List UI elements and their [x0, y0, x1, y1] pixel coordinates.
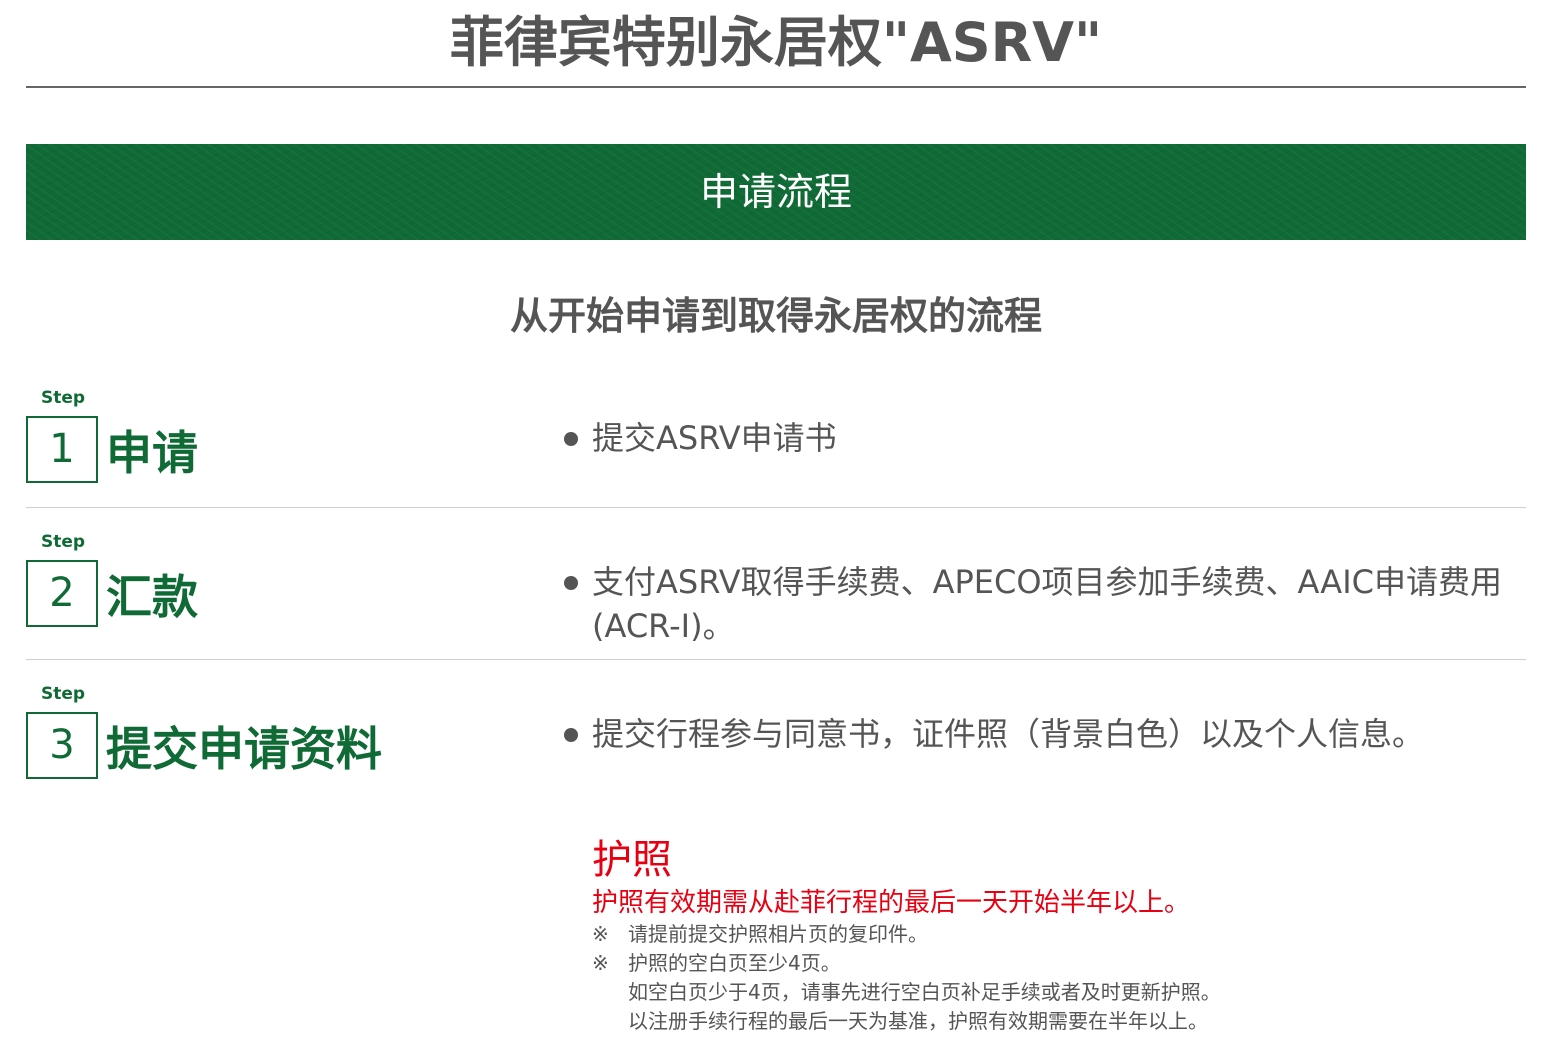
- step-number-badge: 2: [26, 560, 98, 627]
- step-number-badge: 3: [26, 712, 98, 779]
- bullet-text: 提交行程参与同意书，证件照（背景白色）以及个人信息。: [592, 715, 1425, 753]
- title-divider: [26, 86, 1526, 88]
- step-body: 提交ASRV申请书: [564, 416, 1509, 460]
- section-subtitle: 从开始申请到取得永居权的流程: [509, 294, 1042, 338]
- passport-heading: 护照: [592, 837, 672, 883]
- step-heading: 申请: [106, 426, 198, 480]
- note-mark: ※: [592, 951, 609, 975]
- bullet-item: 提交ASRV申请书: [564, 416, 1509, 460]
- step-label: Step: [41, 388, 86, 408]
- banner-title: 申请流程: [699, 170, 852, 214]
- passport-note: ※ 护照的空白页至少4页。: [592, 949, 1522, 978]
- step-label: Step: [41, 684, 86, 704]
- note-text: 请提前提交护照相片页的复印件。: [628, 922, 928, 946]
- step-2: Step 2 汇款 支付ASRV取得手续费、APECO项目参加手续费、AAIC申…: [26, 532, 1526, 660]
- step-body: 提交行程参与同意书，证件照（背景白色）以及个人信息。: [564, 712, 1509, 756]
- step-number-badge: 1: [26, 416, 98, 483]
- bullet-dot-icon: [564, 576, 578, 590]
- process-banner: 申请流程: [26, 144, 1526, 240]
- passport-note-continuation: 如空白页少于4页，请事先进行空白页补足手续或者及时更新护照。: [628, 980, 1221, 1004]
- step-heading: 提交申请资料: [106, 722, 382, 776]
- passport-note-continuation: 以注册手续行程的最后一天为基准，护照有效期需要在半年以上。: [628, 1009, 1208, 1033]
- step-divider: [26, 507, 1526, 508]
- step-heading: 汇款: [106, 570, 198, 624]
- passport-section: 护照 护照有效期需从赴菲行程的最后一天开始半年以上。 ※ 请提前提交护照相片页的…: [592, 834, 1522, 1036]
- bullet-dot-icon: [564, 728, 578, 742]
- step-1: Step 1 申请 提交ASRV申请书: [26, 388, 1526, 508]
- page-title: 菲律宾特别永居权"ASRV": [449, 11, 1103, 74]
- step-divider: [26, 659, 1526, 660]
- passport-requirement: 护照有效期需从赴菲行程的最后一天开始半年以上。: [592, 888, 1191, 918]
- step-body: 支付ASRV取得手续费、APECO项目参加手续费、AAIC申请费用(ACR-I)…: [564, 560, 1509, 648]
- bullet-item: 提交行程参与同意书，证件照（背景白色）以及个人信息。: [564, 712, 1509, 756]
- bullet-dot-icon: [564, 432, 578, 446]
- bullet-text: 提交ASRV申请书: [592, 419, 837, 457]
- note-text: 护照的空白页至少4页。: [628, 951, 841, 975]
- note-mark: ※: [592, 922, 609, 946]
- bullet-item: 支付ASRV取得手续费、APECO项目参加手续费、AAIC申请费用(ACR-I)…: [564, 560, 1509, 648]
- bullet-text: 支付ASRV取得手续费、APECO项目参加手续费、AAIC申请费用(ACR-I)…: [592, 563, 1502, 645]
- passport-note: ※ 请提前提交护照相片页的复印件。: [592, 920, 1522, 949]
- step-label: Step: [41, 532, 86, 552]
- step-3: Step 3 提交申请资料 提交行程参与同意书，证件照（背景白色）以及个人信息。…: [26, 684, 1526, 1051]
